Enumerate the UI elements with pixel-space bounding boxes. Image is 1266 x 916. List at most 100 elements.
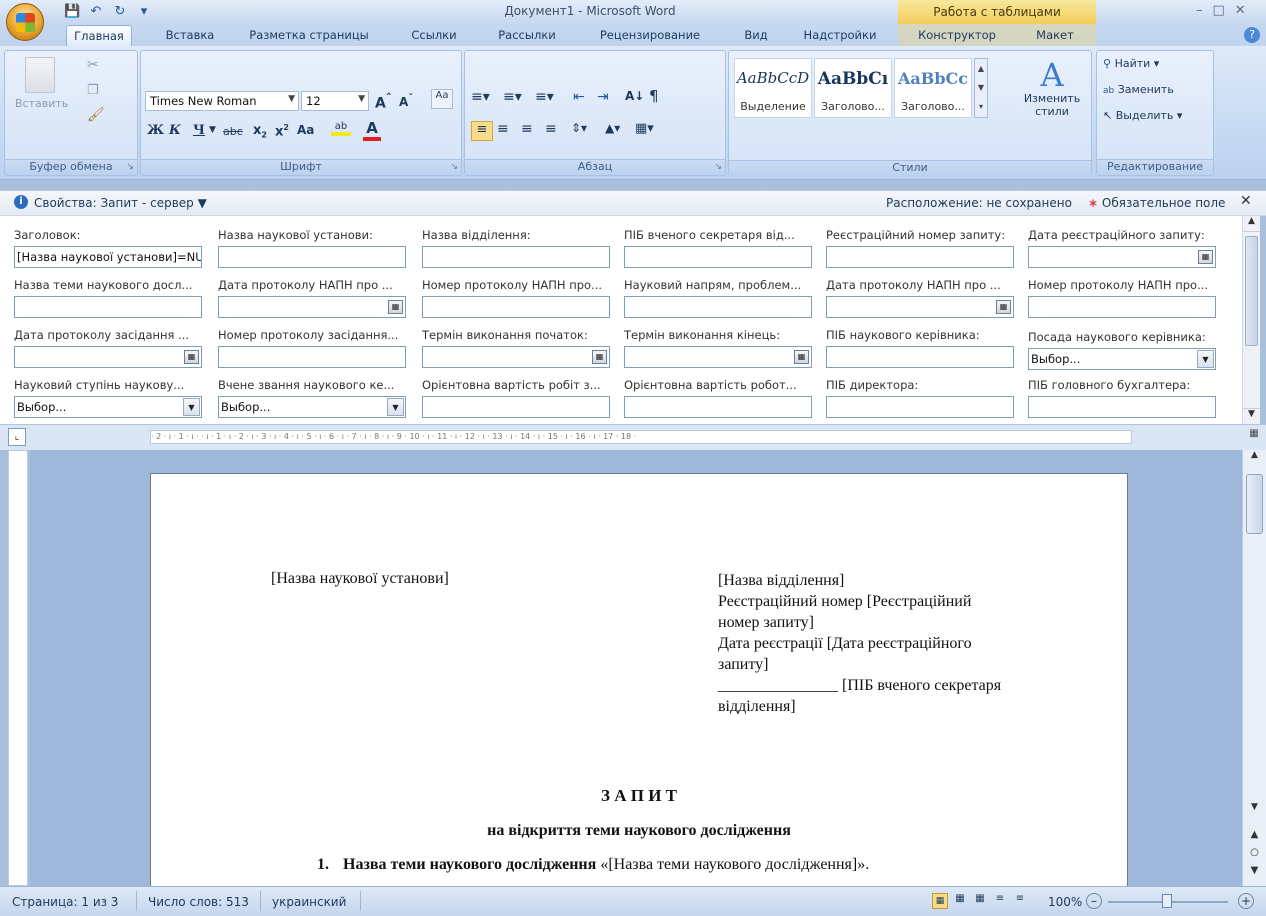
scroll-up-icon[interactable]: ▲ xyxy=(1243,216,1260,232)
degree-select[interactable]: Выбор... ▼ xyxy=(14,396,202,418)
napn-protocol-number2-field[interactable] xyxy=(1028,296,1216,318)
outline-icon[interactable]: ≡ xyxy=(992,893,1008,909)
tab-references[interactable]: Ссылки xyxy=(410,28,458,46)
sort-icon[interactable]: A↓ xyxy=(625,89,644,103)
show-formatting-icon[interactable]: ¶ xyxy=(649,87,659,105)
paste-button[interactable]: Вставить xyxy=(15,55,68,127)
decrease-indent-icon[interactable]: ⇤ xyxy=(573,89,585,105)
zoom-slider-thumb[interactable] xyxy=(1162,894,1172,908)
properties-title[interactable]: Свойства: Запит - сервер ▼ xyxy=(34,196,207,210)
end-date-field[interactable]: ▦ xyxy=(624,346,812,368)
research-direction-field[interactable] xyxy=(624,296,812,318)
font-launcher-icon[interactable]: ↘ xyxy=(450,162,458,172)
bullets-icon[interactable]: ≡▾ xyxy=(471,89,490,105)
supervisor-position-select[interactable]: Выбор... ▼ xyxy=(1028,348,1216,370)
properties-scrollbar[interactable]: ▲ ▼ xyxy=(1242,216,1260,424)
scroll-up-icon[interactable]: ▲ xyxy=(1243,450,1266,466)
full-screen-reading-icon[interactable]: ▦ xyxy=(952,893,968,909)
numbering-icon[interactable]: ≡▾ xyxy=(503,89,522,105)
align-left-icon[interactable]: ≡ xyxy=(471,121,493,141)
tab-design[interactable]: Конструктор xyxy=(912,28,1002,46)
tab-layout[interactable]: Макет xyxy=(1030,28,1080,46)
right-header-block[interactable]: [Назва відділення] Реєстраційний номер [… xyxy=(718,570,1001,717)
calendar-icon[interactable]: ▦ xyxy=(1198,250,1213,264)
chief-accountant-field[interactable] xyxy=(1028,396,1216,418)
research-topic-field[interactable] xyxy=(14,296,202,318)
vertical-ruler[interactable] xyxy=(8,450,28,886)
start-date-field[interactable]: ▦ xyxy=(422,346,610,368)
web-layout-icon[interactable]: ▦ xyxy=(972,893,988,909)
page-indicator[interactable]: Страница: 1 из 3 xyxy=(12,895,118,909)
save-icon[interactable]: 💾 xyxy=(64,4,80,20)
department-name-field[interactable] xyxy=(422,246,610,268)
document-scrollbar[interactable]: ▲ ▼ ▲ ○ ▼ xyxy=(1242,450,1266,886)
scroll-thumb[interactable] xyxy=(1245,236,1258,346)
italic-button[interactable]: К xyxy=(169,123,181,138)
estimated-cost-field[interactable] xyxy=(422,396,610,418)
scroll-thumb[interactable] xyxy=(1246,474,1263,534)
grow-font-icon[interactable]: Aˆ xyxy=(375,91,392,112)
style-emphasis[interactable]: AaBbCcD Выделение xyxy=(734,58,812,118)
director-name-field[interactable] xyxy=(826,396,1014,418)
change-case-button[interactable]: Aa xyxy=(297,123,314,137)
academic-title-select[interactable]: Выбор... ▼ xyxy=(218,396,406,418)
calendar-icon[interactable]: ▦ xyxy=(388,300,403,314)
secretary-name-field[interactable] xyxy=(624,246,812,268)
styles-scroll[interactable]: ▲ ▼ ▾ xyxy=(974,58,988,118)
estimated-cost2-field[interactable] xyxy=(624,396,812,418)
justify-icon[interactable]: ≡ xyxy=(545,121,557,137)
align-right-icon[interactable]: ≡ xyxy=(521,121,533,137)
subscript-icon[interactable]: x2 xyxy=(253,123,267,140)
underline-button[interactable]: Ч xyxy=(193,123,205,138)
browse-object-icon[interactable]: ○ xyxy=(1243,847,1266,858)
copy-icon[interactable]: ❐ xyxy=(87,83,99,98)
close-panel-icon[interactable]: ✕ xyxy=(1240,193,1252,209)
borders-icon[interactable]: ▦▾ xyxy=(635,121,654,136)
tab-insert[interactable]: Вставка xyxy=(160,28,220,46)
napn-protocol-date2-field[interactable]: ▦ xyxy=(826,296,1014,318)
customize-qat-icon[interactable]: ▾ xyxy=(136,4,152,20)
tab-review[interactable]: Рецензирование xyxy=(590,28,710,46)
find-button[interactable]: ⚲ Найти ▾ xyxy=(1103,57,1159,70)
superscript-icon[interactable]: x2 xyxy=(275,123,289,139)
select-button[interactable]: ↖ Выделить ▾ xyxy=(1103,109,1182,122)
font-size-combo[interactable]: 12 ▼ xyxy=(301,91,369,111)
cut-icon[interactable]: ✂ xyxy=(87,57,99,73)
registration-number-field[interactable] xyxy=(826,246,1014,268)
paragraph-launcher-icon[interactable]: ↘ xyxy=(714,162,722,172)
document-page[interactable]: [Назва наукової установи] [Назва відділе… xyxy=(150,473,1128,888)
align-center-icon[interactable]: ≡ xyxy=(497,121,509,137)
office-button[interactable] xyxy=(6,3,44,41)
print-layout-icon[interactable]: ▦ xyxy=(932,893,948,909)
help-icon[interactable]: ? xyxy=(1244,27,1260,43)
tab-mailings[interactable]: Рассылки xyxy=(492,28,562,46)
change-styles-button[interactable]: A Изменить стили xyxy=(1022,58,1082,118)
institution-name-field[interactable] xyxy=(218,246,406,268)
horizontal-ruler[interactable]: · 2 · ı · 1 · ı · · ı · 1 · ı · 2 · ı · … xyxy=(150,430,1132,444)
tab-view[interactable]: Вид xyxy=(740,28,772,46)
chevron-down-icon[interactable]: ▼ xyxy=(209,125,216,135)
tab-addins[interactable]: Надстройки xyxy=(798,28,882,46)
institution-placeholder[interactable]: [Назва наукової установи] xyxy=(271,570,449,588)
font-name-combo[interactable]: Times New Roman ▼ xyxy=(145,91,299,111)
style-heading1[interactable]: AaBbCı Заголово... xyxy=(814,58,892,118)
calendar-icon[interactable]: ▦ xyxy=(794,350,809,364)
minimize-icon[interactable]: – xyxy=(1196,3,1203,18)
strikethrough-icon[interactable]: abc xyxy=(223,125,243,138)
registration-date-field[interactable]: ▦ xyxy=(1028,246,1216,268)
calendar-icon[interactable]: ▦ xyxy=(184,350,199,364)
draft-icon[interactable]: ≡ xyxy=(1012,893,1028,909)
scroll-down-icon[interactable]: ▼ xyxy=(1243,408,1260,424)
napn-protocol-date-field[interactable]: ▦ xyxy=(218,296,406,318)
scroll-down-icon[interactable]: ▼ xyxy=(1243,802,1266,812)
redo-icon[interactable]: ↻ xyxy=(112,4,128,20)
highlight-icon[interactable]: ab xyxy=(331,121,351,136)
meeting-protocol-number-field[interactable] xyxy=(218,346,406,368)
clear-format-icon[interactable]: Aa xyxy=(431,89,453,109)
calendar-icon[interactable]: ▦ xyxy=(996,300,1011,314)
supervisor-name-field[interactable] xyxy=(826,346,1014,368)
next-page-icon[interactable]: ▼ xyxy=(1243,865,1266,876)
bold-button[interactable]: Ж xyxy=(147,123,164,138)
undo-icon[interactable]: ↶ xyxy=(88,4,104,20)
clipboard-launcher-icon[interactable]: ↘ xyxy=(126,162,134,172)
